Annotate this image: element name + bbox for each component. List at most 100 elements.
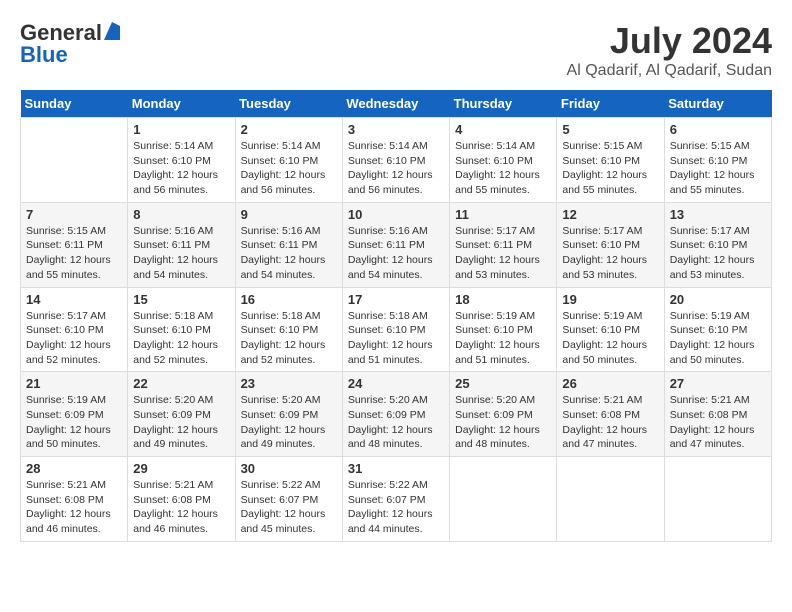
- day-number: 20: [670, 292, 766, 307]
- day-number: 23: [241, 376, 337, 391]
- calendar-cell: 17 Sunrise: 5:18 AM Sunset: 6:10 PM Dayli…: [342, 287, 449, 372]
- weekday-header-saturday: Saturday: [664, 90, 771, 118]
- day-number: 31: [348, 461, 444, 476]
- day-number: 22: [133, 376, 229, 391]
- day-detail: Sunrise: 5:18 AM Sunset: 6:10 PM Dayligh…: [348, 309, 444, 368]
- day-detail: Sunrise: 5:14 AM Sunset: 6:10 PM Dayligh…: [348, 139, 444, 198]
- day-detail: Sunrise: 5:14 AM Sunset: 6:10 PM Dayligh…: [133, 139, 229, 198]
- weekday-header-sunday: Sunday: [21, 90, 128, 118]
- day-number: 11: [455, 207, 551, 222]
- day-number: 14: [26, 292, 122, 307]
- day-number: 2: [241, 122, 337, 137]
- calendar-cell: 18Sunrise: 5:19 AM Sunset: 6:10 PM Dayli…: [450, 287, 557, 372]
- location-title: Al Qadarif, Al Qadarif, Sudan: [567, 62, 772, 80]
- day-detail: Sunrise: 5:17 AM Sunset: 6:10 PM Dayligh…: [26, 309, 122, 368]
- day-detail: Sunrise: 5:20 AM Sunset: 6:09 PM Dayligh…: [133, 393, 229, 452]
- day-detail: Sunrise: 5:17 AM Sunset: 6:10 PM Dayligh…: [562, 224, 658, 283]
- day-number: 18: [455, 292, 551, 307]
- day-number: 25: [455, 376, 551, 391]
- calendar-cell: 12 Sunrise: 5:17 AM Sunset: 6:10 PM Dayli…: [557, 202, 664, 287]
- weekday-header-friday: Friday: [557, 90, 664, 118]
- calendar-cell: 7Sunrise: 5:15 AM Sunset: 6:11 PM Daylig…: [21, 202, 128, 287]
- calendar-cell: 29 Sunrise: 5:21 AM Sunset: 6:08 PM Dayli…: [128, 457, 235, 542]
- calendar-cell: [21, 118, 128, 203]
- day-number: 8: [133, 207, 229, 222]
- day-number: 29: [133, 461, 229, 476]
- calendar-cell: 3 Sunrise: 5:14 AM Sunset: 6:10 PM Daylig…: [342, 118, 449, 203]
- day-number: 21: [26, 376, 122, 391]
- calendar-cell: 13 Sunrise: 5:17 AM Sunset: 6:10 PM Dayli…: [664, 202, 771, 287]
- day-detail: Sunrise: 5:21 AM Sunset: 6:08 PM Dayligh…: [26, 478, 122, 537]
- day-detail: Sunrise: 5:16 AM Sunset: 6:11 PM Dayligh…: [241, 224, 337, 283]
- day-number: 1: [133, 122, 229, 137]
- calendar-cell: 28 Sunrise: 5:21 AM Sunset: 6:08 PM Dayli…: [21, 457, 128, 542]
- weekday-header-monday: Monday: [128, 90, 235, 118]
- day-detail: Sunrise: 5:21 AM Sunset: 6:08 PM Dayligh…: [133, 478, 229, 537]
- day-number: 12: [562, 207, 658, 222]
- day-detail: Sunrise: 5:14 AM Sunset: 6:10 PM Dayligh…: [241, 139, 337, 198]
- day-detail: Sunrise: 5:14 AM Sunset: 6:10 PM Dayligh…: [455, 139, 551, 198]
- week-row-4: 21 Sunrise: 5:19 AM Sunset: 6:09 PM Dayli…: [21, 372, 772, 457]
- calendar-cell: [664, 457, 771, 542]
- calendar-cell: 30Sunrise: 5:22 AM Sunset: 6:07 PM Dayli…: [235, 457, 342, 542]
- page-header: General Blue July 2024 Al Qadarif, Al Qa…: [20, 20, 772, 80]
- day-number: 30: [241, 461, 337, 476]
- title-area: July 2024 Al Qadarif, Al Qadarif, Sudan: [567, 20, 772, 80]
- calendar-cell: 20 Sunrise: 5:19 AM Sunset: 6:10 PM Dayli…: [664, 287, 771, 372]
- day-number: 7: [26, 207, 122, 222]
- calendar-cell: 10 Sunrise: 5:16 AM Sunset: 6:11 PM Dayli…: [342, 202, 449, 287]
- calendar-cell: 21 Sunrise: 5:19 AM Sunset: 6:09 PM Dayli…: [21, 372, 128, 457]
- day-number: 5: [562, 122, 658, 137]
- logo: General Blue: [20, 20, 120, 68]
- day-number: 15: [133, 292, 229, 307]
- calendar-cell: 2 Sunrise: 5:14 AM Sunset: 6:10 PM Daylig…: [235, 118, 342, 203]
- calendar-cell: 8Sunrise: 5:16 AM Sunset: 6:11 PM Daylig…: [128, 202, 235, 287]
- day-number: 16: [241, 292, 337, 307]
- day-number: 13: [670, 207, 766, 222]
- day-number: 6: [670, 122, 766, 137]
- day-detail: Sunrise: 5:20 AM Sunset: 6:09 PM Dayligh…: [241, 393, 337, 452]
- day-detail: Sunrise: 5:18 AM Sunset: 6:10 PM Dayligh…: [241, 309, 337, 368]
- day-number: 4: [455, 122, 551, 137]
- week-row-1: 1 Sunrise: 5:14 AM Sunset: 6:10 PM Daylig…: [21, 118, 772, 203]
- week-row-5: 28 Sunrise: 5:21 AM Sunset: 6:08 PM Dayli…: [21, 457, 772, 542]
- day-detail: Sunrise: 5:15 AM Sunset: 6:10 PM Dayligh…: [670, 139, 766, 198]
- calendar-cell: 31 Sunrise: 5:22 AM Sunset: 6:07 PM Dayli…: [342, 457, 449, 542]
- day-number: 26: [562, 376, 658, 391]
- day-detail: Sunrise: 5:19 AM Sunset: 6:10 PM Dayligh…: [670, 309, 766, 368]
- calendar-cell: 11Sunrise: 5:17 AM Sunset: 6:11 PM Dayli…: [450, 202, 557, 287]
- day-detail: Sunrise: 5:19 AM Sunset: 6:10 PM Dayligh…: [562, 309, 658, 368]
- calendar-cell: 25 Sunrise: 5:20 AM Sunset: 6:09 PM Dayli…: [450, 372, 557, 457]
- day-detail: Sunrise: 5:18 AM Sunset: 6:10 PM Dayligh…: [133, 309, 229, 368]
- day-detail: Sunrise: 5:17 AM Sunset: 6:10 PM Dayligh…: [670, 224, 766, 283]
- day-number: 28: [26, 461, 122, 476]
- week-row-3: 14 Sunrise: 5:17 AM Sunset: 6:10 PM Dayli…: [21, 287, 772, 372]
- calendar-cell: [557, 457, 664, 542]
- weekday-header-thursday: Thursday: [450, 90, 557, 118]
- day-detail: Sunrise: 5:20 AM Sunset: 6:09 PM Dayligh…: [348, 393, 444, 452]
- day-detail: Sunrise: 5:15 AM Sunset: 6:10 PM Dayligh…: [562, 139, 658, 198]
- day-number: 19: [562, 292, 658, 307]
- day-number: 3: [348, 122, 444, 137]
- day-detail: Sunrise: 5:22 AM Sunset: 6:07 PM Dayligh…: [348, 478, 444, 537]
- calendar-cell: 9 Sunrise: 5:16 AM Sunset: 6:11 PM Daylig…: [235, 202, 342, 287]
- day-number: 9: [241, 207, 337, 222]
- calendar-cell: 27Sunrise: 5:21 AM Sunset: 6:08 PM Dayli…: [664, 372, 771, 457]
- calendar-cell: 15 Sunrise: 5:18 AM Sunset: 6:10 PM Dayli…: [128, 287, 235, 372]
- day-detail: Sunrise: 5:19 AM Sunset: 6:09 PM Dayligh…: [26, 393, 122, 452]
- day-number: 17: [348, 292, 444, 307]
- day-detail: Sunrise: 5:16 AM Sunset: 6:11 PM Dayligh…: [348, 224, 444, 283]
- day-detail: Sunrise: 5:20 AM Sunset: 6:09 PM Dayligh…: [455, 393, 551, 452]
- day-number: 24: [348, 376, 444, 391]
- calendar-cell: 24 Sunrise: 5:20 AM Sunset: 6:09 PM Dayli…: [342, 372, 449, 457]
- calendar-cell: 19 Sunrise: 5:19 AM Sunset: 6:10 PM Dayli…: [557, 287, 664, 372]
- weekday-header-wednesday: Wednesday: [342, 90, 449, 118]
- day-detail: Sunrise: 5:21 AM Sunset: 6:08 PM Dayligh…: [670, 393, 766, 452]
- logo-blue-text: Blue: [20, 42, 68, 68]
- calendar-cell: 4 Sunrise: 5:14 AM Sunset: 6:10 PM Daylig…: [450, 118, 557, 203]
- calendar-cell: 26 Sunrise: 5:21 AM Sunset: 6:08 PM Dayli…: [557, 372, 664, 457]
- day-number: 10: [348, 207, 444, 222]
- day-detail: Sunrise: 5:21 AM Sunset: 6:08 PM Dayligh…: [562, 393, 658, 452]
- calendar-cell: [450, 457, 557, 542]
- calendar-cell: 16 Sunrise: 5:18 AM Sunset: 6:10 PM Dayli…: [235, 287, 342, 372]
